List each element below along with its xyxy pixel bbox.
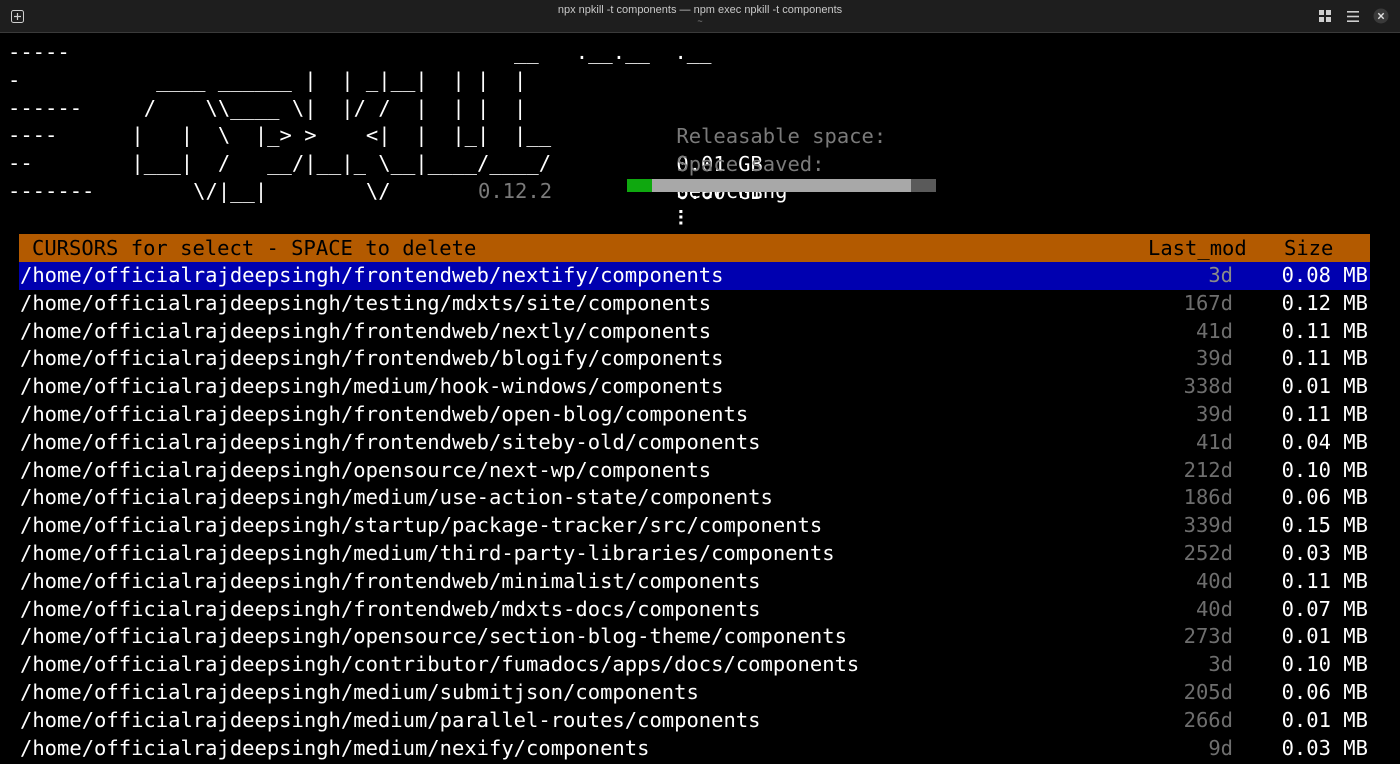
list-item-selected[interactable]: /home/officialrajdeepsingh/frontendweb/n… — [19, 262, 1370, 290]
last-modified: 3d — [1208, 652, 1233, 677]
list-item[interactable]: /home/officialrajdeepsingh/frontendweb/b… — [19, 345, 1370, 373]
folder-size: 0.15 MB — [1281, 513, 1368, 538]
list-item[interactable]: /home/officialrajdeepsingh/medium/parall… — [19, 707, 1370, 735]
last-modified: 40d — [1195, 568, 1233, 593]
last-modified: 41d — [1195, 429, 1233, 454]
folder-path: /home/officialrajdeepsingh/frontendweb/n… — [20, 263, 724, 287]
list-item[interactable]: /home/officialrajdeepsingh/frontendweb/n… — [19, 318, 1370, 346]
last-modified: 9d — [1208, 735, 1233, 760]
list-item[interactable]: /home/officialrajdeepsingh/testing/mdxts… — [19, 290, 1370, 318]
column-header-size[interactable]: Size — [1284, 234, 1333, 262]
list-item[interactable]: /home/officialrajdeepsingh/frontendweb/m… — [19, 568, 1370, 596]
last-modified: 266d — [1183, 707, 1233, 732]
folder-size: 0.11 MB — [1281, 346, 1368, 371]
list-item[interactable]: /home/officialrajdeepsingh/opensource/ne… — [19, 457, 1370, 485]
last-modified: 273d — [1183, 624, 1233, 649]
logo-line: - ____ ______ | | _|__| | | | — [8, 68, 527, 92]
column-header-last-mod[interactable]: Last_mod — [1148, 234, 1247, 262]
folder-path: /home/officialrajdeepsingh/startup/packa… — [20, 513, 823, 538]
tiles-icon[interactable] — [1317, 8, 1333, 24]
folder-size: 0.11 MB — [1281, 401, 1368, 426]
logo-line: ---- | | \ |_> > <| | |_| |__ — [8, 123, 552, 147]
last-modified: 39d — [1195, 346, 1233, 371]
results-list[interactable]: /home/officialrajdeepsingh/frontendweb/n… — [19, 262, 1370, 762]
logo-line: -- |___| / __/|__|_ \__|____/____/ — [8, 151, 552, 175]
list-item[interactable]: /home/officialrajdeepsingh/frontendweb/o… — [19, 401, 1370, 429]
folder-size: 0.07 MB — [1281, 596, 1368, 621]
folder-size: 0.01 MB — [1281, 374, 1368, 399]
last-modified: 3d — [1208, 263, 1233, 287]
folder-size: 0.06 MB — [1281, 485, 1368, 510]
list-item[interactable]: /home/officialrajdeepsingh/frontendweb/m… — [19, 596, 1370, 624]
folder-size: 0.10 MB — [1281, 652, 1368, 677]
folder-path: /home/officialrajdeepsingh/frontendweb/o… — [20, 401, 749, 426]
folder-path: /home/officialrajdeepsingh/medium/parall… — [20, 707, 761, 732]
list-item[interactable]: /home/officialrajdeepsingh/startup/packa… — [19, 512, 1370, 540]
last-modified: 167d — [1183, 290, 1233, 315]
logo-line: ------ / \\____ \| |/ / | | | | — [8, 96, 527, 120]
results-header: CURSORS for select - SPACE to delete Las… — [19, 234, 1370, 262]
list-item[interactable]: /home/officialrajdeepsingh/medium/hook-w… — [19, 373, 1370, 401]
folder-path: /home/officialrajdeepsingh/medium/third-… — [20, 540, 835, 565]
close-icon[interactable] — [1373, 8, 1389, 24]
list-item[interactable]: /home/officialrajdeepsingh/medium/submit… — [19, 679, 1370, 707]
version-label: 0.12.2 — [478, 179, 553, 203]
folder-path: /home/officialrajdeepsingh/frontendweb/s… — [20, 429, 761, 454]
folder-path: /home/officialrajdeepsingh/medium/submit… — [20, 679, 699, 704]
folder-size: 0.04 MB — [1281, 429, 1368, 454]
list-item[interactable]: /home/officialrajdeepsingh/medium/third-… — [19, 540, 1370, 568]
folder-path: /home/officialrajdeepsingh/opensource/ne… — [20, 457, 712, 482]
search-progress-level — [627, 179, 912, 192]
window-titlebar: npx npkill -t components — npm exec npki… — [0, 0, 1400, 33]
folder-path: /home/officialrajdeepsingh/medium/hook-w… — [20, 374, 724, 399]
last-modified: 339d — [1183, 513, 1233, 538]
folder-path: /home/officialrajdeepsingh/frontendweb/m… — [20, 568, 761, 593]
folder-path: /home/officialrajdeepsingh/medium/use-ac… — [20, 485, 773, 510]
last-modified: 39d — [1195, 401, 1233, 426]
list-item[interactable]: /home/officialrajdeepsingh/medium/nexify… — [19, 735, 1370, 763]
last-modified: 212d — [1183, 457, 1233, 482]
folder-path: /home/officialrajdeepsingh/frontendweb/n… — [20, 318, 712, 343]
list-item[interactable]: /home/officialrajdeepsingh/medium/use-ac… — [19, 484, 1370, 512]
folder-size: 0.03 MB — [1281, 735, 1368, 760]
folder-size: 0.12 MB — [1281, 290, 1368, 315]
folder-path: /home/officialrajdeepsingh/contributor/f… — [20, 652, 860, 677]
list-item[interactable]: /home/officialrajdeepsingh/frontendweb/s… — [19, 429, 1370, 457]
last-modified: 41d — [1195, 318, 1233, 343]
keyboard-hint: CURSORS for select - SPACE to delete — [32, 236, 477, 260]
terminal-viewport[interactable]: ----- __ .__.__ .__ - ____ ______ | | _|… — [0, 33, 1400, 764]
folder-size: 0.01 MB — [1281, 707, 1368, 732]
folder-path: /home/officialrajdeepsingh/opensource/se… — [20, 624, 847, 649]
last-modified: 40d — [1195, 596, 1233, 621]
hamburger-menu-icon[interactable] — [1345, 8, 1361, 24]
search-progress-bar — [627, 179, 936, 192]
window-title: npx npkill -t components — npm exec npki… — [557, 4, 843, 16]
folder-size: 0.01 MB — [1281, 624, 1368, 649]
logo-line: ----- __ .__.__ .__ — [8, 40, 712, 64]
folder-path: /home/officialrajdeepsingh/frontendweb/b… — [20, 346, 724, 371]
folder-size: 0.10 MB — [1281, 457, 1368, 482]
list-item[interactable]: /home/officialrajdeepsingh/opensource/se… — [19, 623, 1370, 651]
last-modified: 338d — [1183, 374, 1233, 399]
folder-size: 0.11 MB — [1281, 568, 1368, 593]
last-modified: 252d — [1183, 540, 1233, 565]
folder-path: /home/officialrajdeepsingh/medium/nexify… — [20, 735, 650, 760]
folder-size: 0.03 MB — [1281, 540, 1368, 565]
search-progress-fill — [627, 179, 652, 192]
folder-path: /home/officialrajdeepsingh/frontendweb/m… — [20, 596, 761, 621]
logo-line: ------- \/|__| \/ — [8, 179, 391, 203]
list-item[interactable]: /home/officialrajdeepsingh/contributor/f… — [19, 651, 1370, 679]
folder-path: /home/officialrajdeepsingh/testing/mdxts… — [20, 290, 712, 315]
folder-size: 0.08 MB — [1281, 263, 1368, 287]
last-modified: 205d — [1183, 679, 1233, 704]
folder-size: 0.06 MB — [1281, 679, 1368, 704]
spinner-icon: ⠇ — [676, 206, 692, 231]
window-subtitle: ~ — [697, 16, 703, 26]
last-modified: 186d — [1183, 485, 1233, 510]
folder-size: 0.11 MB — [1281, 318, 1368, 343]
